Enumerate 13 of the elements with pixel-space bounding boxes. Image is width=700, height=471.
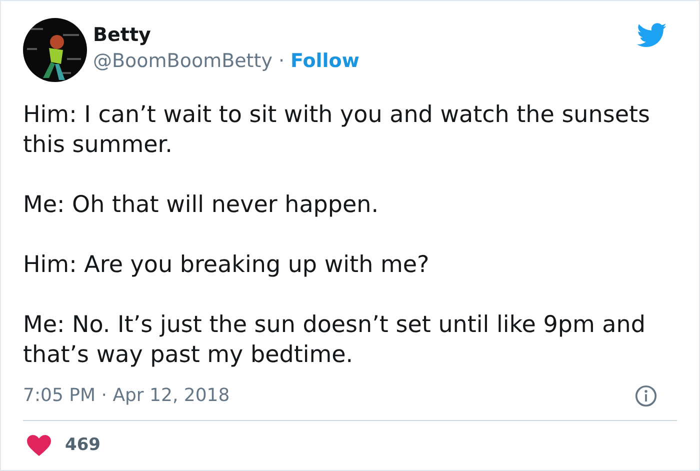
author-handle: @BoomBoomBetty — [93, 49, 272, 74]
follow-link[interactable]: Follow — [290, 48, 360, 74]
info-icon[interactable] — [635, 385, 657, 407]
tweet-paragraph: Him: Are you breaking up with me? — [23, 251, 430, 280]
tweet-paragraph: Me: Oh that will never happen. — [23, 191, 380, 220]
heart-icon[interactable] — [27, 434, 51, 457]
tweet-paragraph: Him: I can’t wait to sit with you and watch the sunsets this summer. — [23, 101, 651, 160]
tweet-paragraph: Me: No. It’s just the sun doesn’t set until like 9pm and that’s way past my bedtime. — [23, 311, 646, 370]
bird-icon — [637, 23, 667, 48]
author-name: Betty — [93, 23, 152, 47]
separator: · — [278, 49, 284, 74]
like-count: 469 — [65, 434, 100, 457]
timestamp: 7:05 PM · Apr 12, 2018 — [23, 384, 230, 408]
